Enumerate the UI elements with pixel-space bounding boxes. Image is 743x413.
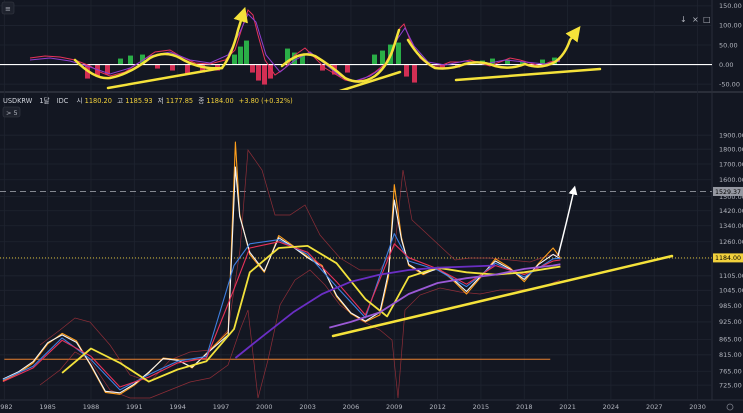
price-tick-label: 1420.00 [719,207,743,215]
interval[interactable]: 1달 [39,97,49,105]
price-tick-label: 985.00 [719,302,742,310]
time-tick-label: 1985 [39,403,56,411]
price-tick-label: 1045.00 [719,287,743,295]
time-tick-label: 2027 [646,403,663,411]
osc-tick-label: -50.00 [719,80,740,88]
indicator-toggle-label: > 5 [6,109,18,117]
time-tick-label: 2030 [689,403,706,411]
osc-histogram-bar [412,64,417,83]
time-tick-label: 2018 [516,403,533,411]
osc-histogram-bar [345,64,350,73]
osc-histogram-bar [380,50,385,65]
time-tick-label: 1991 [126,403,143,411]
price-tick-label: 1600.00 [719,176,743,184]
osc-histogram-bar [238,46,243,65]
osc-histogram-bar [256,64,261,81]
price-tick-label: 815.00 [719,351,742,359]
osc-histogram-bar [118,58,123,65]
time-tick-label: 2024 [603,403,620,411]
exchange: IDC [57,97,69,105]
price-tick-label: 1340.00 [719,222,743,230]
close-icon[interactable]: × [692,15,699,24]
low-value: 1177.85 [166,97,193,105]
price-tick-label: 925.00 [719,318,742,326]
price-tick-label: 1900.00 [719,131,743,139]
time-tick-label: 1994 [169,403,186,411]
osc-histogram-bar [185,64,190,74]
osc-histogram-bar [232,54,237,65]
osc-histogram-bar [170,64,175,71]
osc-histogram-bar [372,54,377,65]
price-tick-label: 1260.00 [719,238,743,246]
close-label: 종 [198,97,204,105]
price-tick-label: 725.00 [719,381,742,389]
price-tick-label: 765.00 [719,368,742,376]
osc-histogram-bar [244,40,249,65]
high-value: 1185.93 [125,97,152,105]
time-tick-label: 1997 [213,403,230,411]
time-tick-label: 2006 [343,403,360,411]
price-tick-label: 1800.00 [719,146,743,154]
close-value: 1184.00 [206,97,233,105]
price-tick-label: 865.00 [719,336,742,344]
trading-chart: 150.00 100.00 50.00 0.00 -50.00 ↓ × □ ≡ USDK… [0,0,743,413]
low-label: 저 [158,96,164,105]
osc-histogram-bar [128,55,133,65]
symbol[interactable]: USDKRW [3,97,33,105]
high-label: 고 [117,97,123,105]
price-line-label: 1529.37 [715,189,741,196]
osc-tick-label: 100.00 [719,22,742,30]
collapse-pane-icon: ≡ [5,5,11,13]
time-tick-label: 2021 [559,403,576,411]
price-tick-label: 1700.00 [719,160,743,168]
osc-tick-label: 0.00 [719,61,733,69]
price-line-label: 1184.00 [715,255,741,262]
svg-text:USDKRW 1달 IDC: USDKRW 1달 IDC 시 1180.20 고 1185.93 저 1177… [3,96,293,105]
oscillator-controls: ↓ × □ [680,15,711,24]
chart-canvas: 150.00 100.00 50.00 0.00 -50.00 ↓ × □ ≡ USDK… [0,0,743,413]
osc-tick-label: 150.00 [719,2,742,10]
time-tick-label: 2003 [299,403,316,411]
price-tick-label: 1105.00 [719,272,743,280]
maximize-icon[interactable]: □ [703,15,711,24]
time-tick-label: 2012 [429,403,446,411]
open-value: 1180.20 [85,97,112,105]
osc-histogram-bar [396,42,401,65]
osc-histogram-bar [262,64,267,85]
osc-histogram-bar [250,64,255,73]
time-tick-label: 1982 [0,403,13,411]
time-tick-label: 2015 [473,403,490,411]
osc-tick-label: 50.00 [719,41,738,49]
osc-histogram-bar [404,64,409,77]
move-down-icon[interactable]: ↓ [680,15,687,24]
time-tick-label: 2000 [256,403,273,411]
change-value: +3.80 (+0.32%) [239,97,293,105]
time-tick-label: 2009 [386,403,403,411]
open-label: 시 [76,97,82,105]
time-tick-label: 1988 [83,403,100,411]
